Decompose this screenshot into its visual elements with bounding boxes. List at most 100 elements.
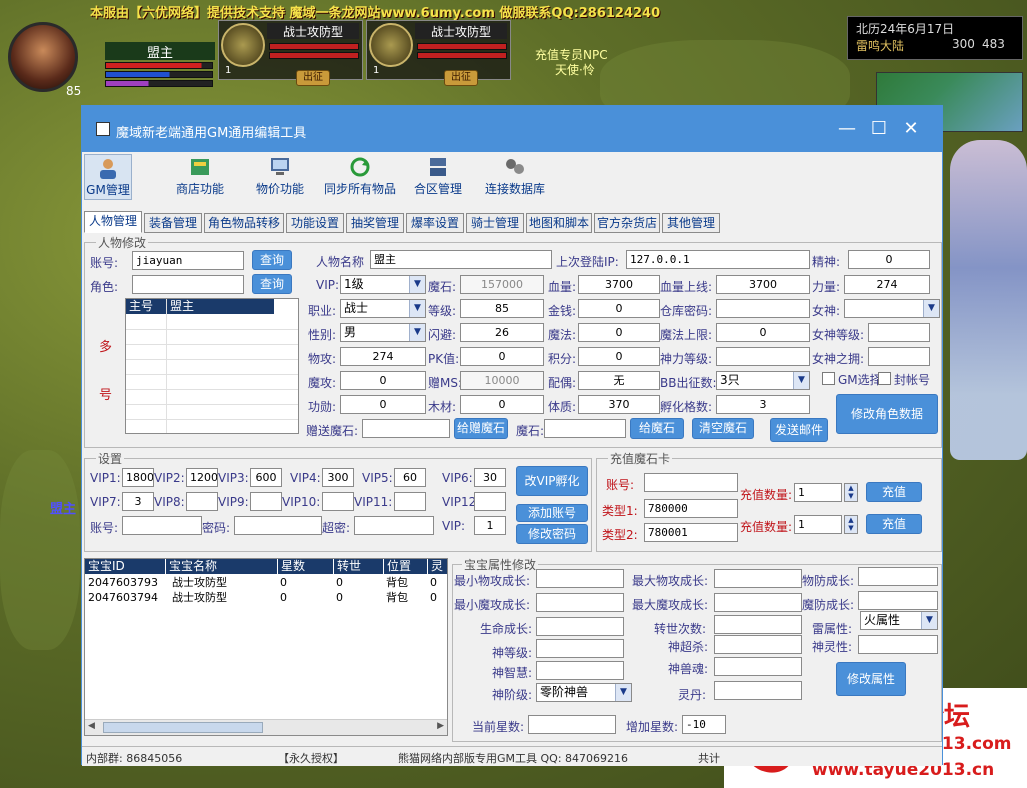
element-select[interactable]: 火属性 ▼ [860,611,938,630]
modify-attr-button[interactable]: 修改属性 [836,662,906,696]
bonus-ms-input[interactable]: 10000 [460,371,544,390]
current-star-input[interactable] [528,715,616,734]
qty2-stepper[interactable]: ▲ ▼ [844,515,858,534]
qty1-stepper[interactable]: ▲ ▼ [844,483,858,502]
pet-table[interactable]: 宝宝ID 宝宝名称 星数 转世 位置 灵升 2047603793 战士攻防型 0… [84,558,448,736]
tab-knight[interactable]: 骑士管理 [466,213,524,233]
god-level-input[interactable] [536,639,624,658]
tab-function-settings[interactable]: 功能设置 [286,213,344,233]
table-row[interactable]: 2047603794 战士攻防型 0 0 背包 0 [85,590,447,605]
hp-max-input[interactable]: 3700 [716,275,810,294]
type2-input[interactable]: 780001 [644,523,738,542]
vip11-input[interactable] [394,492,426,511]
wood-input[interactable]: 0 [460,395,544,414]
minimize-button[interactable]: — [836,118,858,140]
divine-level-input[interactable] [716,347,810,366]
account-input[interactable]: jiayuan [132,251,244,270]
toolbar-price[interactable]: 物价功能 [252,154,308,200]
give-stone-input[interactable] [362,419,450,438]
merit-input[interactable]: 0 [340,395,426,414]
recharge-button-1[interactable]: 充值 [866,482,922,502]
matk-input[interactable]: 0 [340,371,426,390]
min-matk-input[interactable] [536,593,624,612]
stone2-input[interactable] [544,419,626,438]
max-matk-input[interactable] [714,593,802,612]
query-role-button[interactable]: 查询 [252,274,292,294]
player-portrait[interactable] [8,22,78,92]
tab-other[interactable]: 其他管理 [662,213,720,233]
toolbar-connect-db[interactable]: 连接数据库 [482,154,548,200]
spouse-input[interactable]: 无 [578,371,660,390]
elixir-input[interactable] [714,681,802,700]
tab-official-store[interactable]: 官方杂货店 [594,213,660,233]
vip7-input[interactable]: 3 [122,492,154,511]
clear-stone-button[interactable]: 清空魔石 [692,418,754,439]
maximize-button[interactable]: ☐ [868,118,890,140]
role-name-input[interactable]: 盟主 [370,250,552,269]
god-wisdom-input[interactable] [536,661,624,680]
give-stone-button[interactable]: 给魔石 [630,418,684,439]
vip1-input[interactable]: 1800 [122,468,154,487]
vip-select[interactable]: 1级 ▼ [340,275,426,294]
tab-equipment[interactable]: 装备管理 [144,213,202,233]
change-password-button[interactable]: 修改密码 [516,524,588,544]
hatch-slots-input[interactable]: 3 [716,395,810,414]
pet-frame-1[interactable]: 战士攻防型 1 [218,20,363,80]
recharge-button-2[interactable]: 充值 [866,514,922,534]
vip9-input[interactable] [250,492,282,511]
patk-input[interactable]: 274 [340,347,426,366]
strength-input[interactable]: 274 [844,275,930,294]
send-mail-button[interactable]: 发送邮件 [770,418,828,442]
warehouse-pwd-input[interactable] [716,299,810,318]
vip6-input[interactable]: 30 [474,468,506,487]
set-vip-input[interactable]: 1 [474,516,506,535]
toolbar-gm-manage[interactable]: GM管理 [84,154,132,200]
pdef-input[interactable] [858,567,938,586]
table-row[interactable]: 2047603793 战士攻防型 0 0 背包 0 [85,575,447,590]
vip8-input[interactable] [186,492,218,511]
toolbar-merge-servers[interactable]: 合区管理 [410,154,466,200]
vip3-input[interactable]: 600 [250,468,282,487]
set-super-pwd-input[interactable] [354,516,434,535]
constitution-input[interactable]: 370 [578,395,660,414]
mp-max-input[interactable]: 0 [716,323,810,342]
modify-role-button[interactable]: 修改角色数据 [836,394,938,434]
reborn-input[interactable] [714,615,802,634]
set-account-input[interactable] [122,516,202,535]
type1-input[interactable]: 780000 [644,499,738,518]
god-stage-select[interactable]: 零阶神兽 ▼ [536,683,632,702]
pet-frame-2[interactable]: 战士攻防型 1 [366,20,511,80]
bb-count-select[interactable]: 3只 ▼ [716,371,810,390]
job-select[interactable]: 战士 ▼ [340,299,426,318]
max-patk-input[interactable] [714,569,802,588]
tab-role-manage[interactable]: 人物管理 [84,211,142,233]
tab-drop-rate[interactable]: 爆率设置 [406,213,464,233]
dodge-input[interactable]: 26 [460,323,544,342]
vip4-input[interactable]: 300 [322,468,354,487]
vip2-input[interactable]: 1200 [186,468,218,487]
stone-input[interactable]: 157000 [460,275,544,294]
change-vip-hatch-button[interactable]: 改VIP孵化 [516,466,588,496]
add-star-input[interactable]: -10 [682,715,726,734]
role-input[interactable] [132,275,244,294]
close-button[interactable]: ✕ [900,118,922,140]
give-bonus-stone-button[interactable]: 给赠魔石 [454,418,508,439]
goddess-embrace-input[interactable] [868,347,930,366]
chat-player-name[interactable]: 盟主 [50,498,76,517]
pk-input[interactable]: 0 [460,347,544,366]
add-account-button[interactable]: 添加账号 [516,504,588,522]
sex-select[interactable]: 男 ▼ [340,323,426,342]
gm-select-checkbox[interactable] [822,372,835,385]
set-password-input[interactable] [234,516,322,535]
toolbar-sync-items[interactable]: 同步所有物品 [320,154,400,200]
hp-input[interactable]: 3700 [578,275,660,294]
points-input[interactable]: 0 [578,347,660,366]
min-patk-input[interactable] [536,569,624,588]
qty1-input[interactable]: 1 [794,483,842,502]
query-account-button[interactable]: 查询 [252,250,292,270]
gold-input[interactable]: 0 [578,299,660,318]
tab-lottery[interactable]: 抽奖管理 [346,213,404,233]
role-list[interactable]: 主号 盟主 [125,298,299,434]
mdef-input[interactable] [858,591,938,610]
mp-input[interactable]: 0 [578,323,660,342]
